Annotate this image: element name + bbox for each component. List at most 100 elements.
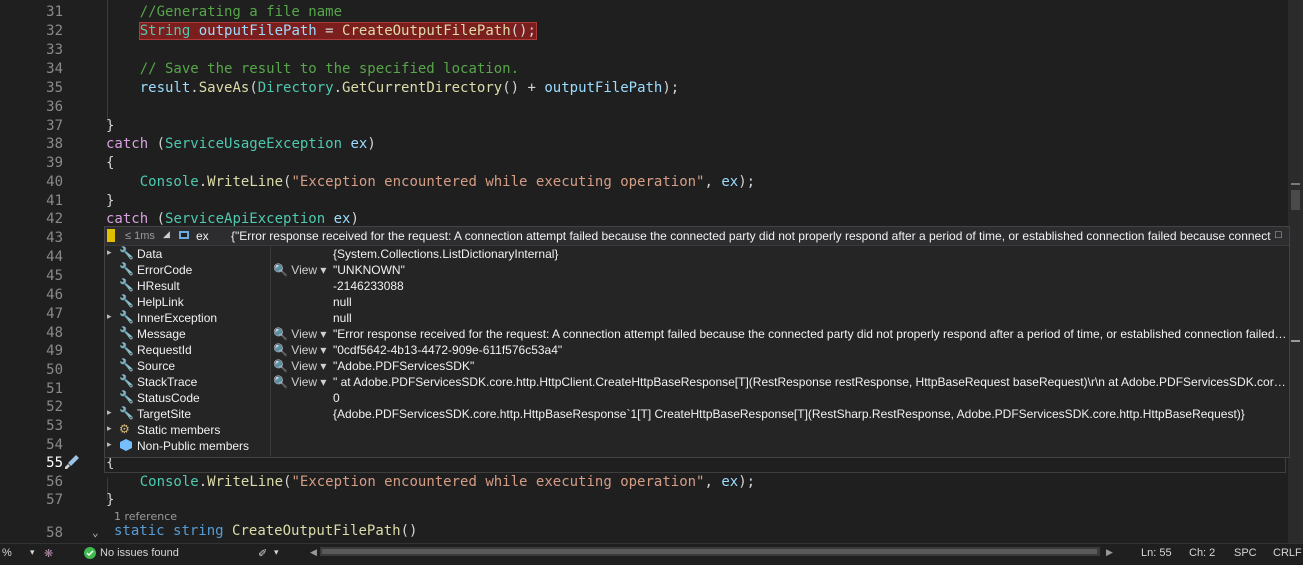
exception-object-icon [177,228,191,245]
property-value[interactable]: -2146233088 [333,279,1288,293]
code-line-39[interactable]: { [106,154,114,173]
code-line-40[interactable]: Console.WriteLine("Exception encountered… [106,173,755,192]
expand-triangle-icon[interactable]: ▸ [107,247,112,258]
property-name: StatusCode [137,391,200,405]
code-text: ) [367,136,376,152]
vertical-scrollbar[interactable] [1288,0,1303,543]
datatip-row[interactable]: 🔧 StatusCode 0 [105,390,1289,406]
property-value[interactable]: {System.Collections.ListDictionaryIntern… [333,247,1288,261]
code-text: ); [738,174,756,190]
collapse-chevron-icon[interactable]: ⌄ [92,526,99,539]
datatip-row[interactable]: ▸ 🔧 InnerException null [105,310,1289,326]
horizontal-scroll-thumb[interactable] [322,549,1097,554]
code-line-35[interactable]: result.SaveAs(Directory.GetCurrentDirect… [106,79,680,98]
code-string: "Exception encountered while executing o… [291,174,705,190]
line-ending[interactable]: CRLF [1273,547,1302,559]
property-value[interactable]: "0cdf5642-4b13-4472-909e-611f576c53a4" [333,343,1288,357]
view-label: View [291,263,318,277]
code-line-58[interactable]: static string CreateOutputFilePath() [114,522,417,541]
exception-datatip[interactable]: ≤ 1ms ◢ ex {"Error response received for… [104,226,1290,458]
code-text: ( [148,136,166,152]
expand-triangle-icon[interactable]: ▸ [107,439,112,450]
cleanup-dropdown-icon[interactable]: ▾ [274,547,279,558]
expand-triangle-icon[interactable]: ▸ [107,423,112,434]
view-button[interactable]: 🔍 View ▾ [273,263,326,277]
expand-arrow-icon[interactable]: ◢ [163,229,170,240]
code-line-57[interactable]: } [106,491,114,510]
view-label: View [291,327,318,341]
whitespace-mode[interactable]: SPC [1234,547,1257,559]
view-button[interactable]: 🔍 View ▾ [273,375,326,389]
property-value[interactable]: "Adobe.PDFServicesSDK" [333,359,1288,373]
line-number-gutter[interactable]: 31 32 33 34 35 36 37 38 39 40 41 42 43 4… [0,0,64,543]
pin-icon[interactable]: □ [1275,229,1282,241]
line-number: 46 [46,287,63,303]
code-type: ServiceApiException [165,211,326,227]
zoom-level[interactable]: % [2,547,12,559]
line-number: 47 [46,306,63,322]
line-number: 56 [46,474,63,490]
code-variable: result [139,80,191,96]
code-line-31[interactable]: //Generating a file name [106,3,342,22]
scrollbar-thumb[interactable] [1291,190,1300,210]
line-number: 43 [46,230,63,246]
view-button[interactable]: 🔍 View ▾ [273,343,326,357]
code-line-41[interactable]: } [106,192,114,211]
property-value[interactable]: " at Adobe.PDFServicesSDK.core.http.Http… [333,375,1288,389]
code-function: CreateOutputFilePath [342,23,511,39]
breakpoint-statement[interactable]: String outputFilePath = CreateOutputFile… [138,22,537,40]
issues-status[interactable]: No issues found [100,547,179,559]
scroll-right-icon[interactable]: ▶ [1106,547,1113,558]
zoom-dropdown-icon[interactable]: ▾ [30,547,35,558]
code-text: . [333,80,343,96]
scroll-left-icon[interactable]: ◀ [310,547,317,558]
code-type: Console [139,474,199,490]
datatip-row[interactable]: 🔧 RequestId 🔍 View ▾ "0cdf5642-4b13-4472… [105,342,1289,358]
expand-triangle-icon[interactable]: ▸ [107,407,112,418]
property-value[interactable]: "UNKNOWN" [333,263,1288,277]
copilot-icon[interactable]: ❋ [44,547,53,560]
datatip-row[interactable]: ▸ Non-Public members [105,438,1289,454]
horizontal-scrollbar[interactable] [320,547,1100,556]
datatip-row[interactable]: 🔧 Source 🔍 View ▾ "Adobe.PDFServicesSDK" [105,358,1289,374]
datatip-row[interactable]: 🔧 HelpLink null [105,294,1289,310]
datatip-row[interactable]: ▸ 🔧 Data {System.Collections.ListDiction… [105,246,1289,262]
code-line-56[interactable]: Console.WriteLine("Exception encountered… [106,473,755,492]
property-value[interactable]: "Error response received for the request… [333,327,1288,341]
view-button[interactable]: 🔍 View ▾ [273,359,326,373]
char-position[interactable]: Ch: 2 [1189,547,1215,559]
property-value[interactable]: {Adobe.PDFServicesSDK.core.http.HttpBase… [333,407,1288,421]
code-line-38[interactable]: catch (ServiceUsageException ex) [106,135,376,154]
datatip-row[interactable]: ▸ ⚙ Static members [105,422,1289,438]
line-number: 58 [46,525,63,541]
code-keyword: catch [106,211,149,227]
datatip-row[interactable]: ▸ 🔧 TargetSite {Adobe.PDFServicesSDK.cor… [105,406,1289,422]
code-text: . [198,474,208,490]
property-name: Source [137,359,176,373]
property-wrench-icon: 🔧 [119,342,134,356]
property-name: TargetSite [137,407,192,421]
datatip-row[interactable]: 🔧 StackTrace 🔍 View ▾ " at Adobe.PDFServ… [105,374,1289,390]
property-value[interactable]: 0 [333,391,1288,405]
property-value[interactable]: null [333,295,1288,309]
datatip-row[interactable]: 🔧 Message 🔍 View ▾ "Error response recei… [105,326,1289,342]
code-cleanup-brush-icon[interactable]: ✐ [258,547,267,560]
code-line-34[interactable]: // Save the result to the specified loca… [106,60,519,79]
expand-triangle-icon[interactable]: ▸ [107,311,112,322]
datatip-header[interactable]: ≤ 1ms ◢ ex {"Error response received for… [105,227,1289,246]
view-button[interactable]: 🔍 View ▾ [273,327,326,341]
line-number: 32 [46,23,63,39]
code-line-32[interactable]: String outputFilePath = CreateOutputFile… [106,22,537,41]
line-number: 39 [46,155,63,171]
line-position[interactable]: Ln: 55 [1141,547,1172,559]
property-value[interactable]: null [333,311,1288,325]
code-line-37[interactable]: } [106,117,114,136]
datatip-row[interactable]: 🔧 HResult -2146233088 [105,278,1289,294]
code-variable: outputFilePath [198,23,317,39]
line-number: 31 [46,4,63,20]
datatip-row[interactable]: 🔧 ErrorCode 🔍 View ▾ "UNKNOWN" [105,262,1289,278]
quick-action-brush-icon[interactable] [64,454,80,470]
property-name: Static members [137,423,221,437]
property-wrench-icon: 🔧 [119,294,134,308]
line-number: 38 [46,136,63,152]
